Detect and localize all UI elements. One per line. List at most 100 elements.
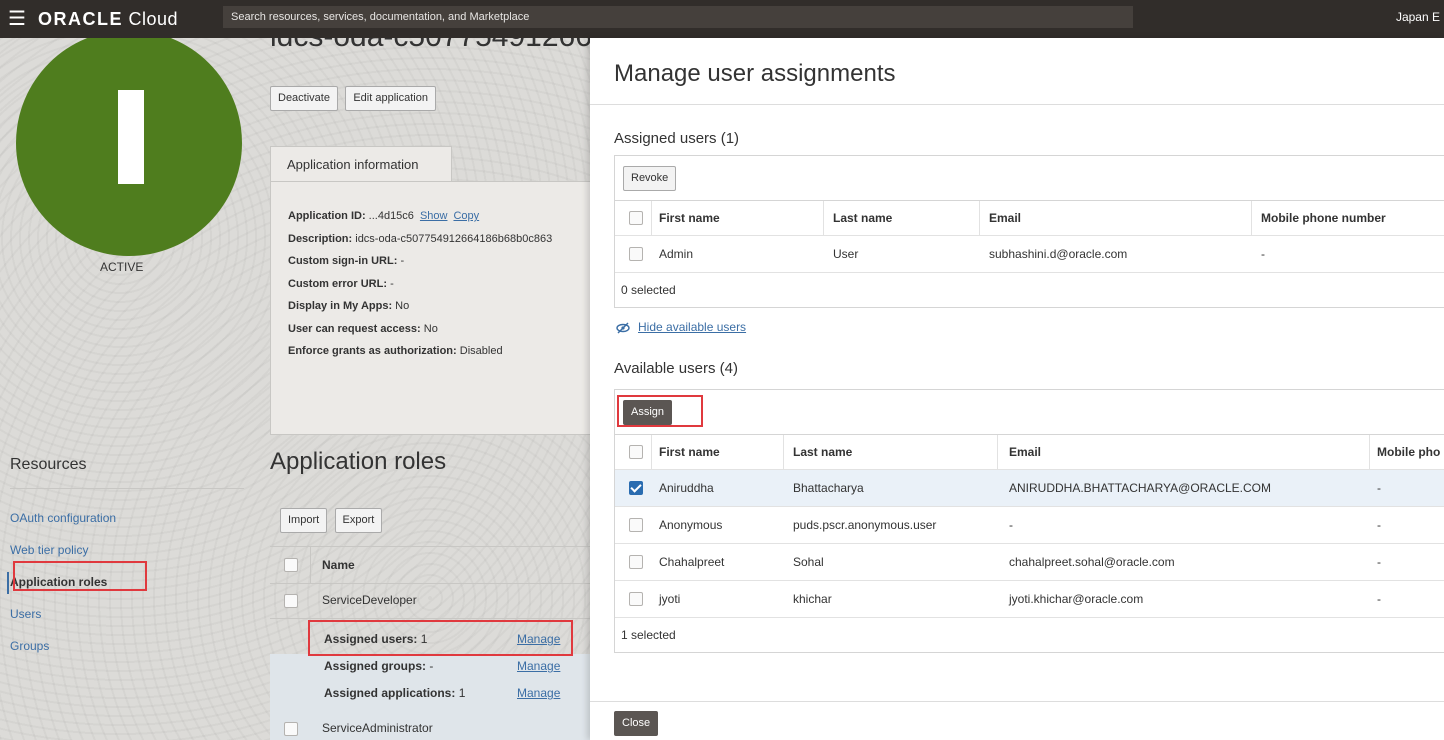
first-name-column-header[interactable]: First name: [659, 435, 720, 469]
oracle-cloud-logo[interactable]: ORACLE Cloud: [38, 9, 178, 29]
enforce-grants-field: Enforce grants as authorization: Disable…: [288, 345, 503, 357]
role-name: ServiceAdministrator: [322, 721, 433, 735]
manage-user-assignments-drawer: Manage user assignments Assigned users (…: [590, 38, 1444, 740]
custom-signin-url-field: Custom sign-in URL: -: [288, 255, 405, 267]
application-details-page: idcs-oda-c507754912664186 ACTIVE Deactiv…: [0, 38, 590, 740]
mobile-cell: -: [1377, 518, 1381, 532]
row-checkbox[interactable]: [629, 518, 643, 532]
application-title: idcs-oda-c507754912664186: [270, 38, 590, 54]
tab-application-information[interactable]: Application information: [270, 146, 452, 182]
application-status: ACTIVE: [100, 260, 144, 274]
email-column-header[interactable]: Email: [989, 201, 1021, 235]
table-row[interactable]: Aniruddha Bhattacharya ANIRUDDHA.BHATTAC…: [615, 470, 1444, 507]
nav-groups[interactable]: Groups: [10, 638, 116, 670]
available-users-heading: Available users (4): [614, 360, 738, 377]
mobile-cell: -: [1377, 481, 1381, 495]
display-in-my-apps-field: Display in My Apps: No: [288, 300, 410, 312]
nav-users[interactable]: Users: [10, 606, 116, 638]
region-selector[interactable]: Japan E: [1396, 10, 1440, 24]
email-cell: subhashini.d@oracle.com: [989, 247, 1128, 261]
table-row[interactable]: ServiceDeveloper: [270, 582, 590, 619]
manage-assigned-applications-link[interactable]: Manage: [517, 686, 560, 700]
assigned-groups-count: Assigned groups: -: [324, 659, 434, 673]
export-button[interactable]: Export: [334, 508, 383, 533]
first-name-cell: jyoti: [659, 592, 681, 606]
resources-heading: Resources: [10, 456, 87, 473]
show-id-link[interactable]: Show: [420, 210, 448, 222]
highlight-assigned-users: [308, 620, 573, 656]
available-users-table: First name Last name Email Mobile pho An…: [615, 435, 1444, 652]
available-users-toolbar: Assign: [615, 390, 1444, 435]
email-cell: ANIRUDDHA.BHATTACHARYA@ORACLE.COM: [1009, 481, 1271, 495]
available-selected-count: 1 selected: [621, 628, 676, 642]
last-name-cell: puds.pscr.anonymous.user: [793, 518, 937, 532]
mobile-column-header[interactable]: Mobile phone number: [1261, 201, 1386, 235]
resources-divider: [10, 488, 244, 489]
manage-assigned-groups-link[interactable]: Manage: [517, 659, 560, 673]
assigned-users-toolbar: Revoke: [615, 156, 1444, 201]
user-request-access-field: User can request access: No: [288, 322, 438, 335]
edit-application-button[interactable]: Edit application: [345, 86, 436, 111]
mobile-column-header[interactable]: Mobile pho: [1377, 435, 1440, 469]
assigned-users-table: First name Last name Email Mobile phone …: [615, 201, 1444, 307]
first-name-cell: Anonymous: [659, 518, 723, 532]
row-checkbox[interactable]: [284, 722, 298, 736]
row-checkbox-checked[interactable]: [629, 481, 643, 495]
first-name-column-header[interactable]: First name: [659, 201, 720, 235]
first-name-cell: Chahalpreet: [659, 555, 725, 569]
last-name-column-header[interactable]: Last name: [833, 201, 892, 235]
first-name-cell: Admin: [659, 247, 694, 261]
hamburger-menu-icon[interactable]: ☰: [8, 7, 26, 31]
email-column-header[interactable]: Email: [1009, 435, 1041, 469]
table-row[interactable]: jyoti khichar jyoti.khichar@oracle.com -: [615, 581, 1444, 618]
email-cell: jyoti.khichar@oracle.com: [1009, 592, 1144, 606]
drawer-title-divider: [590, 104, 1444, 105]
select-all-assigned-checkbox[interactable]: [629, 211, 643, 225]
row-checkbox[interactable]: [629, 247, 643, 261]
available-users-header-row: First name Last name Email Mobile pho: [615, 435, 1444, 470]
assigned-users-heading: Assigned users (1): [614, 130, 740, 147]
highlight-assign-button: [617, 395, 703, 427]
drawer-title: Manage user assignments: [614, 60, 896, 87]
table-row[interactable]: Anonymous puds.pscr.anonymous.user - -: [615, 507, 1444, 544]
assigned-users-panel: Revoke First name Last name Email Mobile…: [614, 155, 1444, 308]
row-checkbox[interactable]: [629, 555, 643, 569]
global-search-input[interactable]: Search resources, services, documentatio…: [223, 6, 1133, 28]
first-name-cell: Aniruddha: [659, 481, 714, 495]
last-name-cell: Bhattacharya: [793, 481, 864, 495]
deactivate-button[interactable]: Deactivate: [270, 86, 338, 111]
hide-available-users-link[interactable]: Hide available users: [616, 320, 746, 334]
available-users-panel: Assign First name Last name Email Mobile…: [614, 389, 1444, 653]
eye-slash-icon: [616, 322, 630, 334]
row-checkbox[interactable]: [629, 592, 643, 606]
last-name-column-header[interactable]: Last name: [793, 435, 852, 469]
copy-id-link[interactable]: Copy: [453, 210, 479, 222]
select-all-available-checkbox[interactable]: [629, 445, 643, 459]
highlight-application-roles: [13, 561, 147, 591]
assigned-selected-count: 0 selected: [621, 283, 676, 297]
drawer-footer-divider: [590, 701, 1444, 702]
select-all-roles-checkbox[interactable]: [284, 558, 298, 572]
row-checkbox[interactable]: [284, 594, 298, 608]
mobile-cell: -: [1377, 555, 1381, 569]
roles-table-header: Name: [270, 546, 590, 584]
application-information-fields: Application ID: ...4d15c6 Show Copy Descri…: [288, 210, 588, 368]
email-cell: -: [1009, 518, 1013, 532]
table-row[interactable]: Chahalpreet Sohal chahalpreet.sohal@orac…: [615, 544, 1444, 581]
revoke-button[interactable]: Revoke: [623, 166, 677, 191]
close-button[interactable]: Close: [614, 711, 659, 736]
import-button[interactable]: Import: [280, 508, 328, 533]
application-id-field: Application ID: ...4d15c6 Show Copy: [288, 210, 480, 222]
mobile-cell: -: [1261, 247, 1265, 261]
role-name: ServiceDeveloper: [322, 593, 417, 607]
description-field: Description: idcs-oda-c507754912664186b6…: [288, 232, 553, 245]
assigned-users-header-row: First name Last name Email Mobile phone …: [615, 201, 1444, 236]
email-cell: chahalpreet.sohal@oracle.com: [1009, 555, 1175, 569]
application-avatar: [16, 38, 242, 256]
table-row[interactable]: Admin User subhashini.d@oracle.com -: [615, 236, 1444, 273]
table-row[interactable]: ServiceAdministrator: [270, 710, 590, 740]
last-name-cell: User: [833, 247, 859, 261]
top-navigation-bar: ☰ ORACLE Cloud Search resources, service…: [0, 0, 1444, 38]
nav-oauth-configuration[interactable]: OAuth configuration: [10, 510, 116, 542]
assigned-applications-count: Assigned applications: 1: [324, 686, 466, 700]
